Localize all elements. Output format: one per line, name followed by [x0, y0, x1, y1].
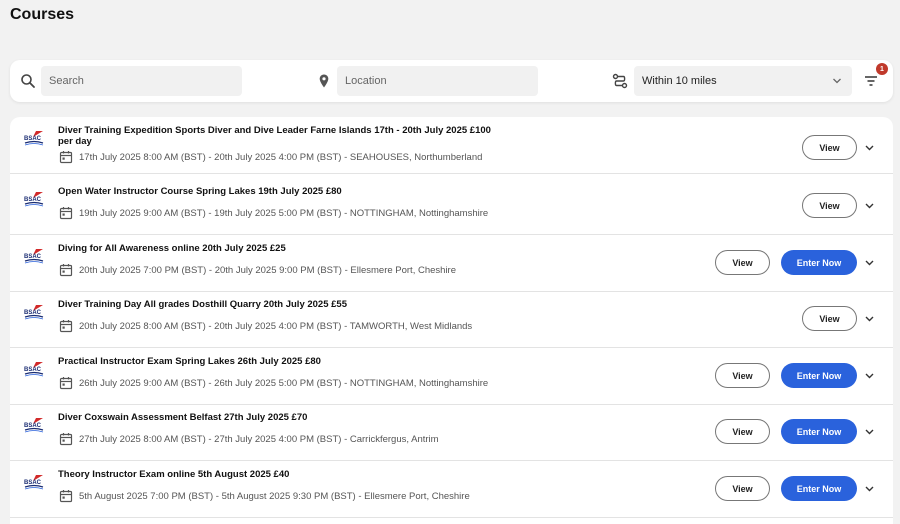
calendar-icon	[59, 433, 73, 446]
bsac-logo-icon: BSAC	[24, 418, 44, 433]
course-dates: 27th July 2025 8:00 AM (BST) - 27th July…	[79, 434, 439, 445]
bsac-logo-icon: BSAC	[24, 249, 44, 264]
course-dates: 17th July 2025 8:00 AM (BST) - 20th July…	[79, 152, 483, 163]
expand-chevron-icon[interactable]	[864, 483, 875, 494]
bsac-logo-icon: BSAC	[24, 131, 44, 146]
calendar-icon	[59, 490, 73, 503]
course-dates: 20th July 2025 8:00 AM (BST) - 20th July…	[79, 321, 473, 332]
view-button[interactable]: View	[715, 250, 770, 275]
calendar-icon	[59, 207, 73, 220]
course-row: BSAC Theory Instructor Exam online 5th Au…	[10, 461, 893, 518]
bsac-logo-icon: BSAC	[24, 362, 44, 377]
location-pin-icon	[319, 74, 329, 88]
filter-icon[interactable]	[862, 73, 880, 89]
expand-chevron-icon[interactable]	[864, 426, 875, 437]
view-button[interactable]: View	[715, 363, 770, 388]
course-row: BSAC Diver Training Day All grades Dosthi…	[10, 291, 893, 348]
view-button[interactable]: View	[715, 476, 770, 501]
distance-select-value: Within 10 miles	[642, 75, 717, 87]
expand-chevron-icon[interactable]	[864, 200, 875, 211]
calendar-icon	[59, 377, 73, 390]
course-row: BSAC Diving for All Awareness online 20th…	[10, 235, 893, 292]
view-button[interactable]: View	[715, 419, 770, 444]
location-input[interactable]	[337, 66, 538, 96]
enter-now-button[interactable]: Enter Now	[781, 419, 857, 444]
filter-count-badge: 1	[876, 63, 888, 75]
calendar-icon	[59, 264, 73, 277]
course-title[interactable]: Diver Training Expedition Sports Diver a…	[58, 125, 508, 147]
course-dates: 20th July 2025 7:00 PM (BST) - 20th July…	[79, 265, 456, 276]
distance-select[interactable]: Within 10 miles	[634, 66, 852, 96]
bsac-logo-icon: BSAC	[24, 305, 44, 320]
course-title[interactable]: Open Water Instructor Course Spring Lake…	[58, 186, 508, 198]
expand-chevron-icon[interactable]	[864, 142, 875, 153]
course-dates: 5th August 2025 7:00 PM (BST) - 5th Augu…	[79, 491, 470, 502]
search-input[interactable]	[41, 66, 242, 96]
chevron-down-icon	[833, 78, 841, 84]
calendar-icon	[59, 151, 73, 164]
enter-now-button[interactable]: Enter Now	[781, 250, 857, 275]
course-row: BSAC Practical Instructor Exam Spring Lak…	[10, 348, 893, 405]
enter-now-button[interactable]: Enter Now	[781, 476, 857, 501]
course-dates: 26th July 2025 9:00 AM (BST) - 26th July…	[79, 378, 489, 389]
expand-chevron-icon[interactable]	[864, 313, 875, 324]
course-title[interactable]: Diver Training Day All grades Dosthill Q…	[58, 299, 508, 311]
expand-chevron-icon[interactable]	[864, 370, 875, 381]
calendar-icon	[59, 320, 73, 333]
course-title[interactable]: Practical Instructor Exam Spring Lakes 2…	[58, 356, 508, 368]
course-title[interactable]: Theory Instructor Exam online 5th August…	[58, 469, 508, 481]
course-list: BSAC Diver Training Expedition Sports Div…	[10, 117, 893, 524]
page-title: Courses	[10, 6, 75, 23]
course-title[interactable]: Diving for All Awareness online 20th Jul…	[58, 243, 508, 255]
search-bar: Within 10 miles 1	[10, 60, 893, 102]
course-title[interactable]: Diver Coxswain Assessment Belfast 27th J…	[58, 412, 508, 424]
course-dates: 19th July 2025 9:00 AM (BST) - 19th July…	[79, 208, 489, 219]
route-distance-icon	[612, 73, 628, 89]
view-button[interactable]: View	[802, 193, 857, 218]
course-row: BSAC Diver Coxswain Assessment Belfast 27…	[10, 404, 893, 461]
expand-chevron-icon[interactable]	[864, 257, 875, 268]
view-button[interactable]: View	[802, 135, 857, 160]
bsac-logo-icon: BSAC	[24, 192, 44, 207]
enter-now-button[interactable]: Enter Now	[781, 363, 857, 388]
course-row: BSAC Diver Training Expedition Sports Div…	[10, 117, 893, 174]
search-icon	[21, 74, 35, 88]
bsac-logo-icon: BSAC	[24, 475, 44, 490]
course-row: BSAC Open Water Instructor Course Spring …	[10, 178, 893, 235]
view-button[interactable]: View	[802, 306, 857, 331]
